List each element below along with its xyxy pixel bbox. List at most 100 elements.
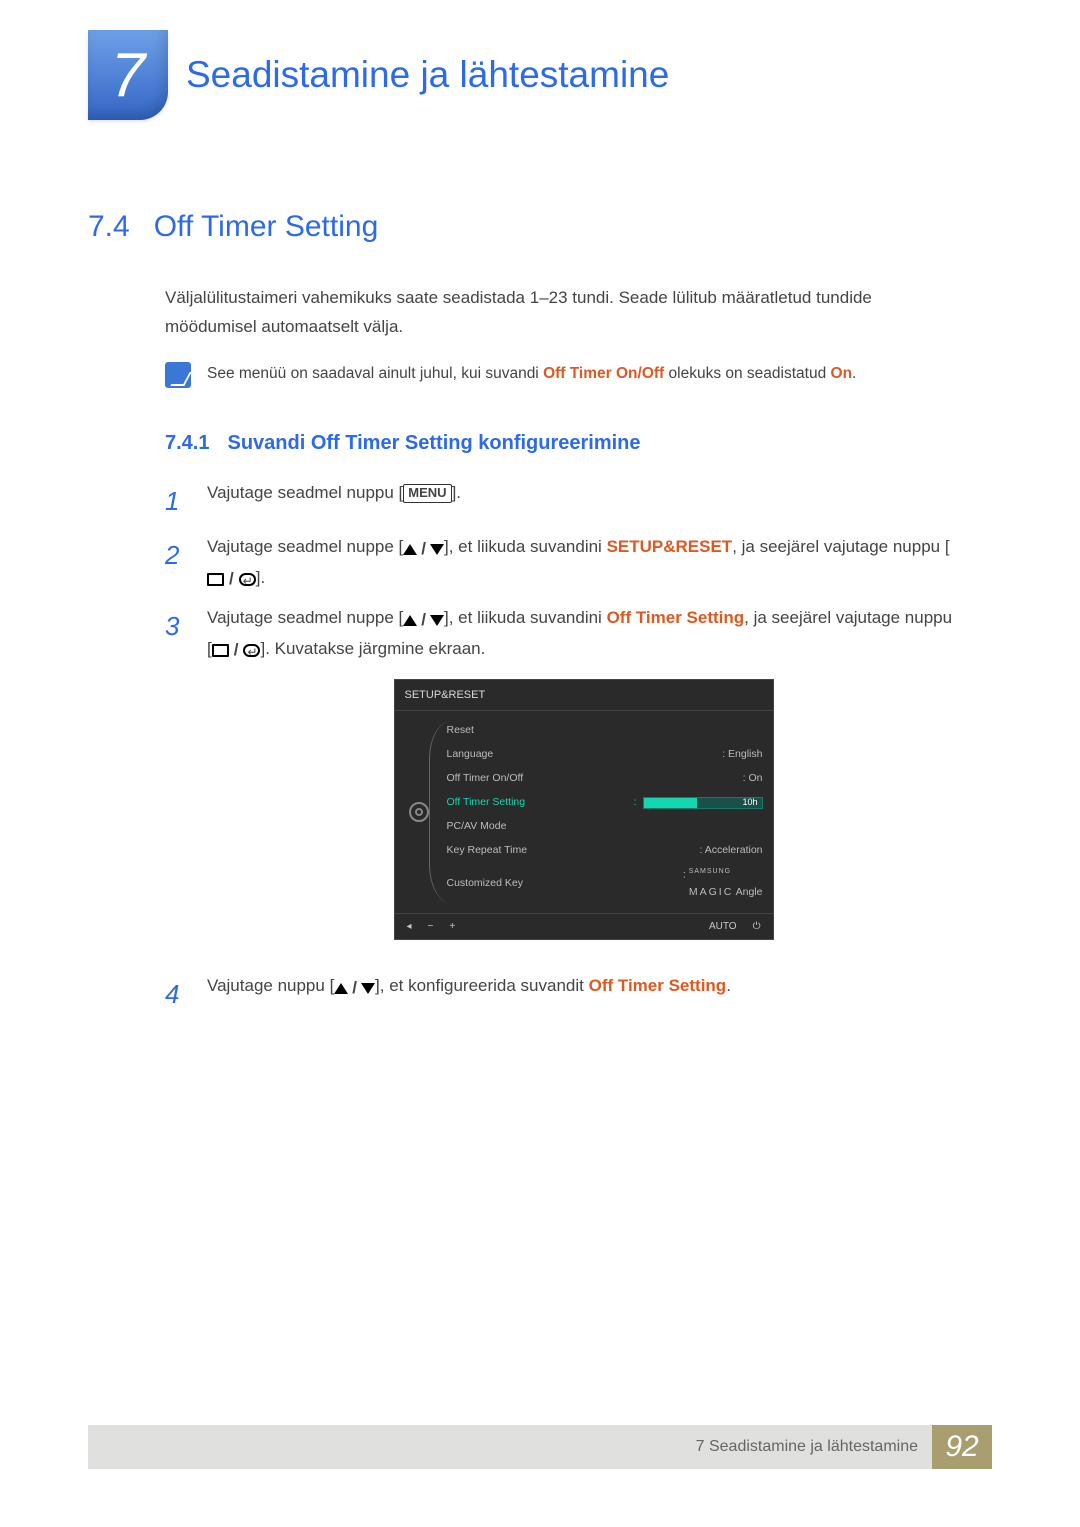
enter-icon — [243, 644, 260, 657]
osd-slider: 10h — [643, 797, 763, 809]
note-post: . — [852, 365, 856, 382]
step-4-number: 4 — [165, 972, 189, 1016]
note: See menüü on saadaval ainult juhul, kui … — [165, 362, 960, 388]
subsection-number: 7.4.1 — [165, 432, 209, 455]
osd-row-language: Language : English — [447, 743, 763, 767]
step-3-pre: Vajutage seadmel nuppe [ — [207, 608, 403, 627]
osd-label: Off Timer On/Off — [447, 770, 524, 788]
step-1-post: ]. — [452, 483, 461, 502]
osd-footer-left: ◂ − + — [407, 918, 456, 935]
osd-footer-right: AUTO ⏻ — [709, 918, 761, 935]
triangle-down-icon — [430, 615, 444, 626]
step-2-highlight: SETUP&RESET — [607, 537, 733, 556]
step-list: 1 Vajutage seadmel nuppu [MENU]. 2 Vajut… — [165, 479, 960, 1016]
step-2-post2: , ja seejärel vajutage nuppu [ — [732, 537, 949, 556]
step-1-number: 1 — [165, 479, 189, 523]
triangle-down-icon — [430, 544, 444, 555]
osd-row-keyrepeat: Key Repeat Time: Acceleration — [447, 839, 763, 863]
note-pre: See menüü on saadaval ainult juhul, kui … — [207, 365, 543, 382]
step-3-body: Vajutage seadmel nuppe [/], et liikuda s… — [207, 604, 960, 962]
enter-icon — [239, 573, 256, 586]
up-down-icon: / — [334, 974, 375, 1003]
source-enter-icon: / — [212, 636, 261, 665]
osd-auto-label: AUTO — [709, 918, 737, 935]
step-4-highlight: Off Timer Setting — [589, 976, 727, 995]
step-1-pre: Vajutage seadmel nuppu [ — [207, 483, 403, 502]
step-4-pre: Vajutage nuppu [ — [207, 976, 334, 995]
osd-label: Customized Key — [447, 875, 523, 893]
step-2: 2 Vajutage seadmel nuppe [ / ], et liikuda… — [165, 533, 960, 594]
footer-text: 7 Seadistamine ja lähtestamine — [696, 1438, 932, 1456]
gear-icon — [409, 802, 429, 822]
osd-icon-column — [395, 711, 443, 912]
osd-row-pcav: PC/AV Mode — [447, 815, 763, 839]
chapter-number-badge: 7 — [88, 30, 168, 120]
step-3: 3 Vajutage seadmel nuppe [/], et liikuda… — [165, 604, 960, 962]
subsection-title: Suvandi Off Timer Setting konfigureerimi… — [227, 432, 640, 455]
step-4: 4 Vajutage nuppu [/], et konfigureerida … — [165, 972, 960, 1016]
chapter-header: 7 Seadistamine ja lähtestamine — [0, 0, 1080, 120]
osd-plus-icon: + — [449, 918, 455, 935]
triangle-up-icon — [403, 615, 417, 626]
osd-label: Off Timer Setting — [447, 794, 526, 812]
step-3-highlight: Off Timer Setting — [607, 608, 745, 627]
osd-label: Key Repeat Time — [447, 842, 528, 860]
osd-back-icon: ◂ — [407, 918, 412, 935]
step-4-mid: ], et konfigureerida suvandit — [375, 976, 589, 995]
triangle-up-icon — [403, 544, 417, 555]
source-enter-icon: / — [207, 565, 256, 594]
osd-value-text: Acceleration — [705, 844, 763, 856]
note-highlight-2: On — [831, 365, 853, 382]
osd-body: Reset Language : English Off Timer On/Off… — [395, 711, 773, 912]
triangle-down-icon — [361, 983, 375, 994]
section-heading: 7.4 Off Timer Setting — [88, 210, 1080, 244]
osd-value: : English — [722, 746, 762, 764]
step-2-pre: Vajutage seadmel nuppe [ — [207, 537, 403, 556]
step-2-number: 2 — [165, 533, 189, 594]
triangle-up-icon — [334, 983, 348, 994]
note-highlight-1: Off Timer On/Off — [543, 365, 664, 382]
osd-minus-icon: − — [428, 918, 434, 935]
page-footer: 7 Seadistamine ja lähtestamine 92 — [88, 1425, 992, 1469]
source-icon — [207, 573, 224, 586]
osd-value-text: English — [728, 748, 762, 760]
power-icon: ⏻ — [753, 918, 761, 935]
step-4-post: . — [726, 976, 731, 995]
step-1-body: Vajutage seadmel nuppu [MENU]. — [207, 479, 960, 523]
page-number: 92 — [932, 1425, 992, 1469]
osd-row-customkey: Customized Key: SAMSUNGMAGIC Angle — [447, 863, 763, 905]
step-2-mid: ], et liikuda suvandini — [444, 537, 607, 556]
step-3-post3: ]. Kuvatakse järgmine ekraan. — [260, 639, 485, 658]
osd-label: Language — [447, 746, 494, 764]
osd-brand-tail: Angle — [733, 886, 762, 898]
step-4-body: Vajutage nuppu [/], et konfigureerida su… — [207, 972, 960, 1016]
osd-value: : On — [743, 770, 763, 788]
section-title: Off Timer Setting — [154, 210, 379, 244]
note-icon — [165, 362, 191, 388]
osd-menu: SETUP&RESET Reset Language : English Off … — [394, 679, 774, 940]
up-down-icon: / — [403, 606, 444, 635]
osd-rows: Reset Language : English Off Timer On/Off… — [443, 711, 773, 912]
osd-footer: ◂ − + AUTO ⏻ — [395, 913, 773, 939]
osd-brand-sup: SAMSUNG — [689, 868, 731, 875]
osd-brand: MAGIC — [689, 886, 733, 898]
step-3-mid: ], et liikuda suvandini — [444, 608, 607, 627]
osd-arc-decoration — [429, 721, 451, 902]
note-text: See menüü on saadaval ainult juhul, kui … — [207, 362, 856, 387]
osd-label: Reset — [447, 722, 474, 740]
osd-row-offtimer-onoff: Off Timer On/Off : On — [447, 767, 763, 791]
section-intro: Väljalülitustaimeri vahemikuks saate sea… — [165, 284, 960, 342]
osd-row-reset: Reset — [447, 719, 763, 743]
osd-title: SETUP&RESET — [395, 680, 773, 712]
note-mid: olekuks on seadistatud — [664, 365, 830, 382]
step-3-number: 3 — [165, 604, 189, 962]
osd-row-offtimer-setting: Off Timer Setting: 10h — [447, 791, 763, 815]
source-icon — [212, 644, 229, 657]
osd-value-text: On — [748, 772, 762, 784]
chapter-title: Seadistamine ja lähtestamine — [186, 30, 669, 96]
step-2-post3: ]. — [256, 568, 265, 587]
step-1: 1 Vajutage seadmel nuppu [MENU]. — [165, 479, 960, 523]
osd-label: PC/AV Mode — [447, 818, 507, 836]
osd-value: : SAMSUNGMAGIC Angle — [683, 866, 763, 902]
subsection-heading: 7.4.1 Suvandi Off Timer Setting konfigur… — [165, 432, 960, 455]
